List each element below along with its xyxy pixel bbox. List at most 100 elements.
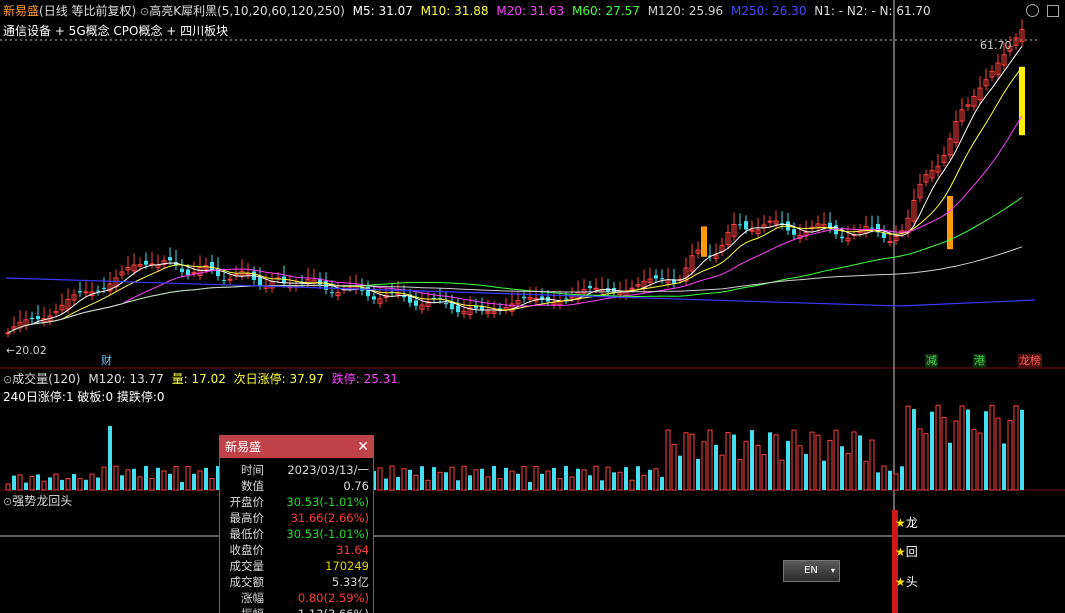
candle-body — [660, 278, 664, 280]
popup-row-value: 31.64 — [336, 543, 369, 557]
volume-bar — [912, 409, 916, 490]
volume-bar — [473, 469, 479, 491]
volume-bar — [977, 432, 983, 491]
dragon-list-tag[interactable]: 龙榜 — [1018, 354, 1042, 368]
popup-row: 成交量 170249 — [220, 558, 373, 574]
candle-body — [749, 229, 755, 232]
candle-body — [522, 296, 526, 299]
candle-body — [372, 296, 376, 300]
candle-body — [414, 300, 418, 306]
volume-bar — [540, 473, 544, 490]
volume-bar — [869, 439, 875, 491]
candle-body — [180, 268, 184, 273]
volume-bar — [204, 467, 208, 490]
volume-bar — [96, 477, 100, 490]
volume-bar — [29, 475, 35, 491]
n-labels: N1: - N2: - N: 61.70 — [814, 4, 931, 18]
volume-bar — [893, 473, 899, 491]
popup-row: 最高价 31.66(2.66%) — [220, 510, 373, 526]
volume-bar — [743, 440, 749, 491]
volume-bar — [509, 470, 515, 491]
volume-bar — [876, 472, 880, 490]
volume-bar — [377, 467, 383, 491]
popup-row-value: 30.53(-1.01%) — [286, 527, 369, 541]
volume-bar — [678, 455, 682, 490]
ma-line-10 — [7, 66, 1023, 334]
limit-up-candle — [947, 196, 953, 250]
chevron-down-icon[interactable]: ▾ — [831, 561, 835, 581]
volume-bar — [773, 434, 779, 491]
stock-name[interactable]: 新易盛 — [3, 4, 39, 18]
volume-bar — [516, 473, 520, 490]
collapse-icon[interactable]: ⊙ — [3, 373, 12, 386]
ma5-label: M5: 31.07 — [352, 4, 413, 18]
popup-row: 时间 2023/03/13/一 — [220, 462, 373, 478]
volume-bar — [809, 431, 815, 491]
volume-bar — [845, 452, 851, 491]
volume-bar — [432, 467, 436, 490]
volume-bar — [923, 433, 929, 491]
volume-bar — [761, 454, 767, 491]
hk-connect-tag[interactable]: 港 — [973, 354, 986, 368]
volume-bar — [863, 460, 869, 491]
chart-mode[interactable]: (日线 等比前复权) — [39, 4, 136, 18]
volume-bar — [521, 466, 527, 491]
candle-body — [191, 271, 197, 274]
high-price-label: 61.70 — [980, 39, 1012, 52]
volume-bar — [533, 466, 539, 491]
indicator-name[interactable]: 高亮K犀利黑(5,10,20,60,120,250) — [149, 4, 345, 18]
signal-title[interactable]: 强势龙回头 — [12, 494, 72, 508]
candle-body — [330, 292, 334, 294]
candle-body — [767, 220, 773, 223]
popup-row: 开盘价 30.53(-1.01%) — [220, 494, 373, 510]
volume-bar — [125, 469, 131, 491]
volume-bar — [456, 480, 460, 490]
quote-info-popup[interactable]: 新易盛 ✕ 时间 2023/03/13/一 数值 0.76 开盘价 30.53(-1.01… — [219, 435, 374, 613]
candle-body — [96, 290, 100, 292]
volume-m120: M120: 13.77 — [88, 372, 164, 386]
collapse-icon[interactable]: ⊙ — [3, 495, 12, 508]
volume-bar — [497, 478, 503, 491]
volume-bar — [629, 479, 635, 491]
popup-row-value: 0.76 — [343, 479, 369, 493]
popup-row: 涨幅 0.80(2.59%) — [220, 590, 373, 606]
popup-row: 数值 0.76 — [220, 478, 373, 494]
volume-bar — [528, 481, 532, 490]
volume-bar — [396, 476, 400, 490]
volume-title[interactable]: 成交量(120) — [12, 372, 80, 386]
ma20-label: M20: 31.63 — [496, 4, 565, 18]
volume-bar — [492, 466, 496, 490]
popup-row-key: 开盘价 — [229, 495, 265, 509]
volume-bar — [576, 468, 580, 490]
volume-bar — [108, 426, 112, 490]
candle-body — [456, 305, 460, 313]
ma10-label: M10: 31.88 — [420, 4, 489, 18]
volume-bar — [24, 482, 28, 490]
volume-bar — [732, 434, 736, 490]
volume-bar — [984, 411, 988, 490]
volume-bar — [953, 420, 959, 491]
candle-body — [870, 227, 874, 229]
popup-title-bar[interactable]: 新易盛 ✕ — [220, 436, 373, 458]
signal-hui-label: 回 — [905, 545, 918, 559]
volume-bar — [930, 411, 934, 490]
close-icon[interactable]: ✕ — [357, 436, 369, 458]
volume-bar — [786, 440, 790, 490]
ime-language-bar[interactable]: EN ▾ — [783, 560, 840, 582]
candle-body — [840, 236, 844, 239]
volume-bar — [48, 477, 52, 490]
volume-bar — [168, 473, 172, 490]
concept-tags[interactable]: 通信设备 + 5G概念 CPO概念 + 四川板块 — [3, 20, 228, 42]
reduce-tag[interactable]: 减 — [925, 354, 938, 368]
signal-long: ★龙 — [895, 514, 918, 531]
volume-bar — [1007, 419, 1013, 491]
popup-row-value: 31.66(2.66%) — [290, 511, 369, 525]
volume-bar — [948, 442, 952, 490]
volume-bar — [588, 475, 592, 490]
popup-title: 新易盛 — [225, 440, 262, 454]
maximize-icon[interactable] — [1047, 5, 1059, 17]
low-price-value: 20.02 — [15, 344, 47, 357]
settings-icon[interactable] — [1026, 4, 1039, 17]
finance-tag[interactable]: 财 — [100, 354, 113, 368]
collapse-icon[interactable]: ⊙ — [140, 5, 149, 18]
